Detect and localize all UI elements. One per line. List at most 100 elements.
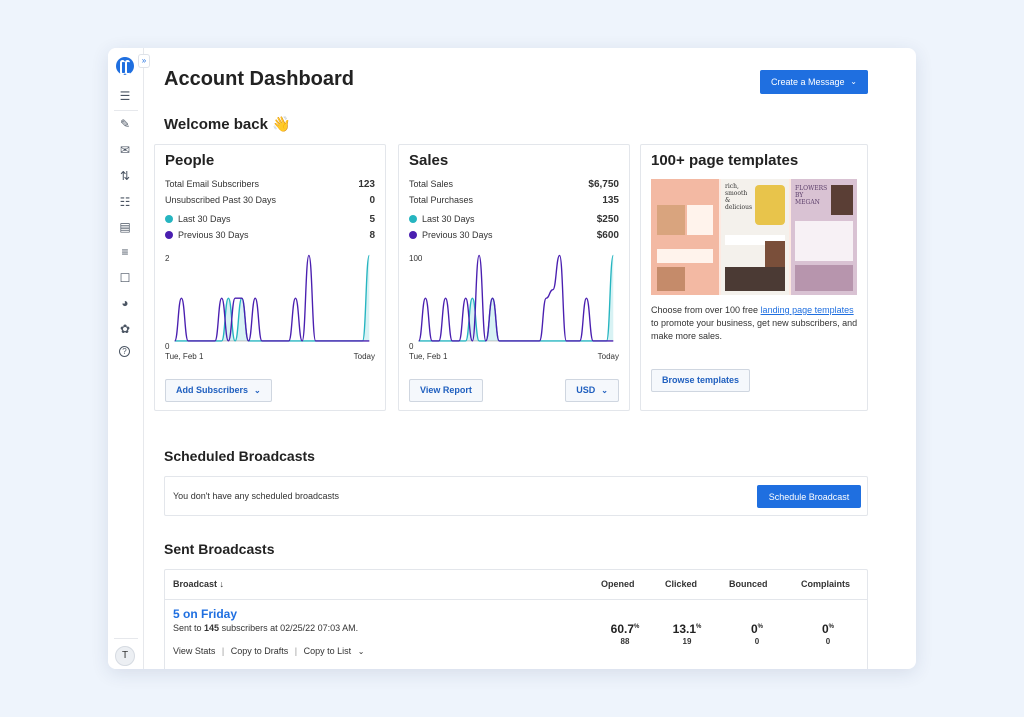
scheduled-empty-text: You don't have any scheduled broadcasts bbox=[173, 491, 340, 501]
template-text-2: FLOWERS BY MEGAN bbox=[795, 185, 828, 206]
sent-prefix: Sent to bbox=[173, 623, 205, 633]
chat-icon[interactable]: ☐ bbox=[117, 270, 133, 286]
col-bounced-header: Bounced bbox=[729, 579, 768, 589]
sent-broadcasts-table: Broadcast ↓ Opened Clicked Bounced Compl… bbox=[164, 569, 868, 669]
list-icon[interactable]: ☰ bbox=[117, 88, 133, 104]
landing-page-icon[interactable]: ▤ bbox=[117, 219, 133, 235]
broadcast-sent-info: Sent to 145 subscribers at 02/25/22 07:0… bbox=[173, 623, 358, 633]
chevron-down-icon: ⌄ bbox=[850, 77, 857, 86]
help-icon[interactable]: ? bbox=[119, 346, 130, 357]
templates-description: Choose from over 100 free landing page t… bbox=[651, 304, 861, 343]
page-title: Account Dashboard bbox=[164, 68, 355, 90]
col-broadcast-header[interactable]: Broadcast ↓ bbox=[173, 579, 224, 589]
settings-sliders-icon[interactable]: ≡ bbox=[117, 244, 133, 260]
sales-last-label: Last 30 Days bbox=[422, 214, 475, 224]
welcome-heading: Welcome back 👋 bbox=[164, 116, 291, 133]
envelope-icon[interactable]: ✉ bbox=[117, 142, 133, 158]
opened-stat: 60.7% 88 bbox=[595, 622, 655, 646]
sent-broadcasts-title: Sent Broadcasts bbox=[164, 541, 275, 557]
people-x-end: Today bbox=[353, 352, 375, 361]
broadcast-name-link[interactable]: 5 on Friday bbox=[173, 607, 237, 621]
template-thumb-1 bbox=[651, 179, 719, 295]
complaints-pct: 0 bbox=[821, 622, 829, 636]
people-total-label: Total Email Subscribers bbox=[165, 179, 260, 189]
sales-purch-label: Total Purchases bbox=[409, 195, 474, 205]
template-thumb-3: FLOWERS BY MEGAN bbox=[791, 179, 857, 295]
avatar[interactable]: T bbox=[115, 646, 135, 666]
copy-to-drafts-link[interactable]: Copy to Drafts bbox=[231, 646, 289, 656]
people-last-row: Last 30 Days 5 bbox=[165, 214, 375, 228]
col-clicked-header: Clicked bbox=[665, 579, 698, 589]
sales-title: Sales bbox=[409, 152, 449, 169]
series-line-0 bbox=[174, 254, 370, 342]
browse-templates-button[interactable]: Browse templates bbox=[651, 369, 751, 392]
main-content: Account Dashboard Create a Message ⌄ Wel… bbox=[144, 48, 916, 669]
people-unsub-row: Unsubscribed Past 30 Days 0 bbox=[165, 195, 375, 209]
sales-prev-label: Previous 30 Days bbox=[422, 230, 493, 240]
people-title: People bbox=[165, 152, 215, 169]
broadcast-actions: View Stats | Copy to Drafts | Copy to Li… bbox=[173, 646, 364, 656]
scheduled-broadcasts-panel: You don't have any scheduled broadcasts … bbox=[164, 476, 868, 516]
col-opened-header: Opened bbox=[601, 579, 635, 589]
integrations-icon[interactable]: ✿ bbox=[117, 321, 133, 337]
template-text-1: rich, smooth & delicious bbox=[725, 183, 753, 211]
people-prev-row: Previous 30 Days 8 bbox=[165, 230, 375, 244]
browse-templates-label: Browse templates bbox=[662, 375, 740, 385]
add-subscribers-label: Add Subscribers bbox=[176, 385, 249, 395]
sales-x-end: Today bbox=[597, 352, 619, 361]
people-chart bbox=[174, 254, 370, 342]
create-message-button[interactable]: Create a Message ⌄ bbox=[760, 70, 868, 94]
currency-label: USD bbox=[576, 385, 596, 395]
templates-card: 100+ page templates rich, smooth & delic… bbox=[640, 144, 868, 411]
people-unsub-label: Unsubscribed Past 30 Days bbox=[165, 195, 277, 205]
people-total-value: 123 bbox=[358, 179, 375, 190]
view-stats-link[interactable]: View Stats bbox=[173, 646, 215, 656]
clicked-stat: 13.1% 19 bbox=[657, 622, 717, 646]
sales-total-label: Total Sales bbox=[409, 179, 454, 189]
sales-prev-row: Previous 30 Days $600 bbox=[409, 230, 619, 244]
add-subscribers-button[interactable]: Add Subscribers ⌄ bbox=[165, 379, 272, 402]
prev-30-legend-dot bbox=[165, 231, 173, 239]
sales-chart bbox=[418, 254, 614, 342]
last-30-legend-dot bbox=[165, 215, 173, 223]
sales-purch-row: Total Purchases 135 bbox=[409, 195, 619, 209]
sales-x-start: Tue, Feb 1 bbox=[409, 352, 448, 361]
sales-card: Sales Total Sales $6,750 Total Purchases… bbox=[398, 144, 630, 411]
series-area-0 bbox=[174, 255, 370, 341]
people-card: People Total Email Subscribers 123 Unsub… bbox=[154, 144, 386, 411]
sent-suffix: subscribers at 02/25/22 07:03 AM. bbox=[219, 623, 359, 633]
sidebar: » ☰ ✎ ✉ ⇅ ☷ ▤ ≡ ☐ ◕ ✿ ? T bbox=[108, 48, 150, 669]
sidebar-divider bbox=[114, 638, 138, 639]
complaints-stat: 0% 0 bbox=[798, 622, 858, 646]
app-window: » ☰ ✎ ✉ ⇅ ☷ ▤ ≡ ☐ ◕ ✿ ? T Account Dashbo… bbox=[108, 48, 916, 669]
table-header-divider bbox=[165, 599, 867, 600]
sales-prev-value: $600 bbox=[596, 230, 619, 241]
schedule-broadcast-button[interactable]: Schedule Broadcast bbox=[757, 485, 861, 508]
series-line-1 bbox=[174, 254, 370, 342]
reports-pie-icon[interactable]: ◕ bbox=[117, 295, 133, 311]
bounced-pct: 0 bbox=[750, 622, 758, 636]
template-thumb-2: rich, smooth & delicious bbox=[721, 179, 789, 295]
currency-select[interactable]: USD ⌄ bbox=[565, 379, 619, 402]
view-report-button[interactable]: View Report bbox=[409, 379, 483, 402]
chevron-down-icon: ⌄ bbox=[254, 386, 261, 395]
logo-icon[interactable] bbox=[116, 57, 134, 75]
sent-count: 145 bbox=[204, 623, 220, 633]
copy-to-list-link[interactable]: Copy to List bbox=[304, 646, 352, 656]
clicked-count: 19 bbox=[682, 637, 692, 646]
create-message-label: Create a Message bbox=[771, 77, 845, 87]
automation-icon[interactable]: ⇅ bbox=[117, 168, 133, 184]
bounced-count: 0 bbox=[754, 637, 760, 646]
sales-last-value: $250 bbox=[596, 214, 619, 225]
contacts-icon[interactable]: ☷ bbox=[117, 194, 133, 210]
bounced-stat: 0% 0 bbox=[727, 622, 787, 646]
last-30-legend-dot bbox=[409, 215, 417, 223]
chevron-down-icon: ⌄ bbox=[357, 647, 365, 656]
templates-preview-image: rich, smooth & delicious FLOWERS BY MEGA… bbox=[651, 179, 857, 295]
prev-30-legend-dot bbox=[409, 231, 417, 239]
people-prev-value: 8 bbox=[369, 230, 375, 241]
action-separator: | bbox=[294, 646, 298, 656]
landing-page-templates-link[interactable]: landing page templates bbox=[761, 305, 854, 315]
series-area-0 bbox=[418, 255, 614, 341]
signup-form-icon[interactable]: ✎ bbox=[117, 116, 133, 132]
